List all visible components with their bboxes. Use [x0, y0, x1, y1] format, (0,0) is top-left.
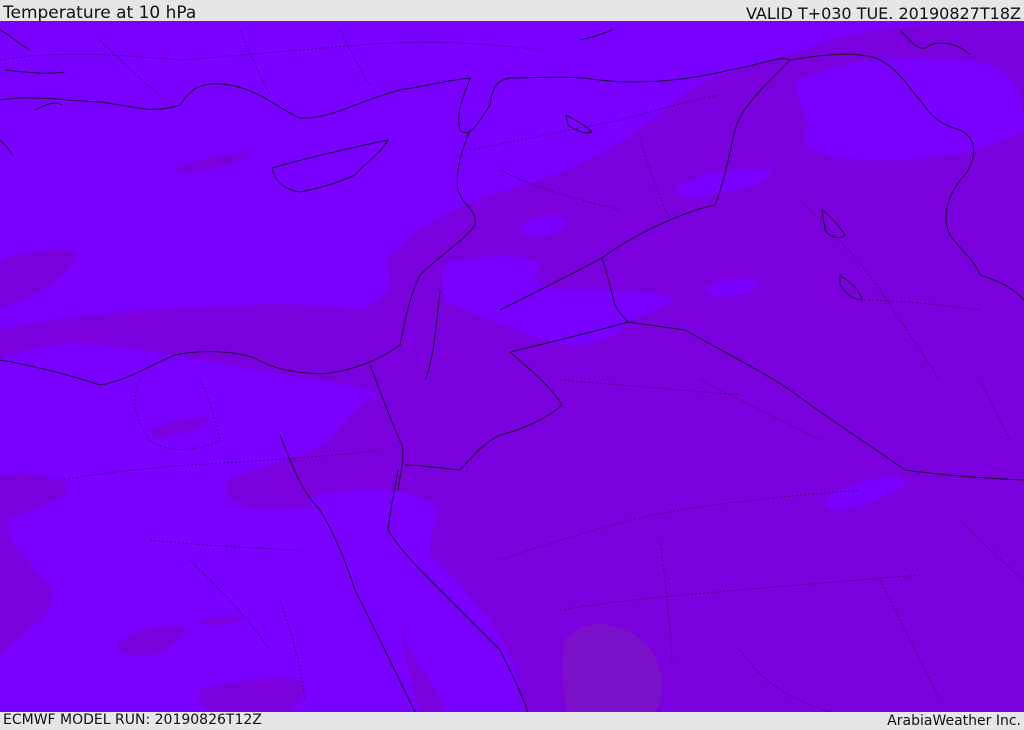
footer-bar: ECMWF MODEL RUN: 20190826T12Z ArabiaWeat…: [0, 712, 1024, 729]
weather-map[interactable]: [0, 21, 1024, 712]
header-bar: Temperature at 10 hPa VALID T+030 TUE. 2…: [0, 0, 1024, 23]
map-title: Temperature at 10 hPa: [3, 3, 197, 23]
field-light-ne: [797, 58, 1024, 160]
map-canvas: [0, 21, 1024, 712]
credit-label: ArabiaWeather Inc.: [887, 713, 1021, 729]
model-run-label: ECMWF MODEL RUN: 20190826T12Z: [3, 712, 262, 728]
